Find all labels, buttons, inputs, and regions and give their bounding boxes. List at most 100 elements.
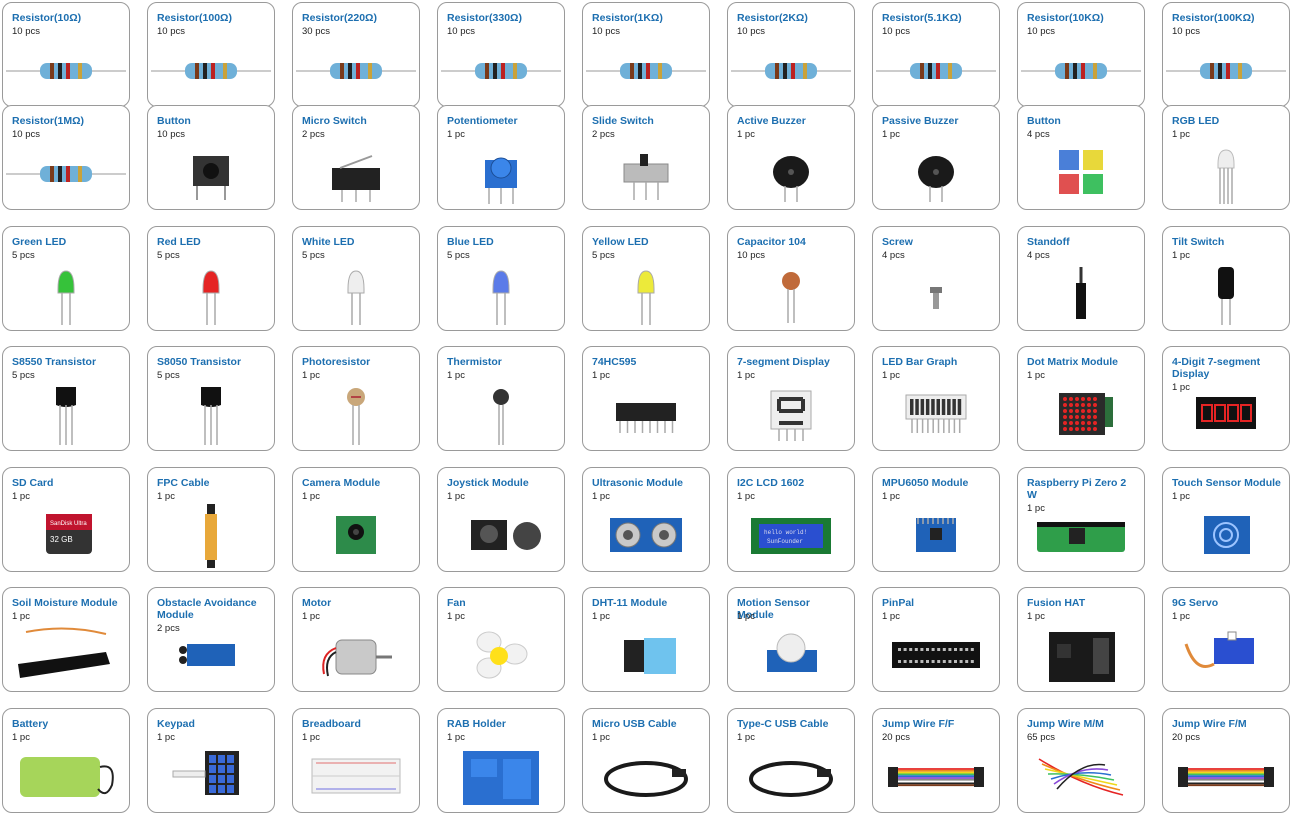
- component-name: Type-C USB Cable: [737, 718, 829, 730]
- component-quantity: 1 pc: [302, 611, 320, 622]
- component-quantity: 1 pc: [12, 491, 30, 502]
- resistor-icon: [873, 38, 999, 104]
- mpu6050-icon: [873, 503, 999, 569]
- component-quantity: 20 pcs: [882, 732, 910, 743]
- lcd-icon: hello world! SunFounder: [728, 503, 854, 569]
- component-quantity: 1 pc: [1027, 370, 1045, 381]
- component-name: MPU6050 Module: [882, 477, 969, 489]
- component-name: Resistor(1KΩ): [592, 12, 663, 24]
- component-name: Tilt Switch: [1172, 236, 1225, 248]
- component-quantity: 5 pcs: [447, 250, 470, 261]
- usb-cable-icon: [583, 744, 709, 810]
- capacitor-icon: [728, 262, 854, 328]
- breadboard-icon: [293, 744, 419, 810]
- component-card: 74HC595 1 pc: [582, 346, 710, 451]
- component-name: Joystick Module: [447, 477, 529, 489]
- potentiometer-icon: [438, 141, 564, 207]
- component-quantity: 1 pc: [447, 611, 465, 622]
- component-card: I2C LCD 1602 1 pc hello world! SunFounder: [727, 467, 855, 572]
- component-name: RAB Holder: [447, 718, 506, 730]
- component-quantity: 65 pcs: [1027, 732, 1055, 743]
- pir-sensor-icon: [728, 623, 854, 689]
- component-quantity: 1 pc: [12, 611, 30, 622]
- component-name: Fusion HAT: [1027, 597, 1086, 609]
- motor-icon: [293, 623, 419, 689]
- component-name: Jump Wire F/M: [1172, 718, 1247, 730]
- component-quantity: 10 pcs: [157, 26, 185, 37]
- component-card: Resistor(2KΩ) 10 pcs: [727, 2, 855, 107]
- component-name: Dot Matrix Module: [1027, 356, 1118, 368]
- component-card: S8550 Transistor 5 pcs: [2, 346, 130, 451]
- component-card: 7-segment Display 1 pc: [727, 346, 855, 451]
- component-name: Camera Module: [302, 477, 381, 489]
- component-quantity: 10 pcs: [447, 26, 475, 37]
- component-quantity: 5 pcs: [12, 250, 35, 261]
- resistor-icon: [438, 38, 564, 104]
- component-name: Potentiometer: [447, 115, 518, 127]
- sd-card-icon: SanDisk Ultra 32 GB: [3, 503, 129, 569]
- component-name: PinPal: [882, 597, 915, 609]
- component-name: LED Bar Graph: [882, 356, 958, 368]
- jump-wire-icon: [1163, 744, 1289, 810]
- component-card: Photoresistor 1 pc: [292, 346, 420, 451]
- led-icon: [438, 262, 564, 328]
- component-quantity: 1 pc: [447, 370, 465, 381]
- resistor-icon: [1163, 38, 1289, 104]
- component-quantity: 1 pc: [302, 491, 320, 502]
- component-quantity: 5 pcs: [592, 250, 615, 261]
- component-quantity: 5 pcs: [302, 250, 325, 261]
- component-name: Raspberry Pi Zero 2 W: [1027, 477, 1127, 501]
- component-quantity: 1 pc: [737, 732, 755, 743]
- component-card: Resistor(10KΩ) 10 pcs: [1017, 2, 1145, 107]
- component-quantity: 1 pc: [882, 491, 900, 502]
- component-name: 7-segment Display: [737, 356, 830, 368]
- component-card: MPU6050 Module 1 pc: [872, 467, 1000, 572]
- component-name: Resistor(2KΩ): [737, 12, 808, 24]
- svg-text:32 GB: 32 GB: [50, 535, 73, 544]
- component-card: Capacitor 104 10 pcs: [727, 226, 855, 331]
- led-bar-graph-icon: [873, 382, 999, 448]
- component-name: Yellow LED: [592, 236, 649, 248]
- component-card: Camera Module 1 pc: [292, 467, 420, 572]
- component-card: FPC Cable 1 pc: [147, 467, 275, 572]
- component-name: RGB LED: [1172, 115, 1220, 127]
- component-name: Breadboard: [302, 718, 361, 730]
- component-quantity: 1 pc: [157, 732, 175, 743]
- component-quantity: 1 pc: [1027, 611, 1045, 622]
- component-quantity: 1 pc: [737, 129, 755, 140]
- component-card: Micro Switch 2 pcs: [292, 105, 420, 210]
- led-icon: [148, 262, 274, 328]
- component-card: Resistor(5.1KΩ) 10 pcs: [872, 2, 1000, 107]
- component-quantity: 1 pc: [1172, 491, 1190, 502]
- buzzer-icon: [873, 141, 999, 207]
- resistor-icon: [728, 38, 854, 104]
- component-card: Red LED 5 pcs: [147, 226, 275, 331]
- jump-wire-bundle-icon: [1018, 744, 1144, 810]
- photoresistor-icon: [293, 382, 419, 448]
- component-name: Resistor(10Ω): [12, 12, 82, 24]
- component-card: Button 4 pcs: [1017, 105, 1145, 210]
- dht11-icon: [583, 623, 709, 689]
- fpc-cable-icon: [148, 503, 274, 569]
- component-name: Fan: [447, 597, 466, 609]
- component-quantity: 1 pc: [592, 370, 610, 381]
- led-icon: [293, 262, 419, 328]
- component-quantity: 5 pcs: [157, 250, 180, 261]
- pinpal-icon: [873, 623, 999, 689]
- component-card: Green LED 5 pcs: [2, 226, 130, 331]
- component-quantity: 1 pc: [302, 732, 320, 743]
- resistor-icon: [583, 38, 709, 104]
- fan-icon: [438, 623, 564, 689]
- component-name: 74HC595: [592, 356, 637, 368]
- component-card: Soil Moisture Module 1 pc: [2, 587, 130, 692]
- ultrasonic-icon: [583, 503, 709, 569]
- component-name: Active Buzzer: [737, 115, 806, 127]
- component-quantity: 2 pcs: [302, 129, 325, 140]
- component-name: Resistor(330Ω): [447, 12, 522, 24]
- component-card: Jump Wire M/M 65 pcs: [1017, 708, 1145, 813]
- component-card: Jump Wire F/M 20 pcs: [1162, 708, 1290, 813]
- component-name: Motor: [302, 597, 332, 609]
- touch-sensor-icon: [1163, 503, 1289, 569]
- component-grid: Resistor(10Ω) 10 pcs Resistor(100Ω) 10 pcs…: [0, 0, 1292, 816]
- component-card: Button 10 pcs: [147, 105, 275, 210]
